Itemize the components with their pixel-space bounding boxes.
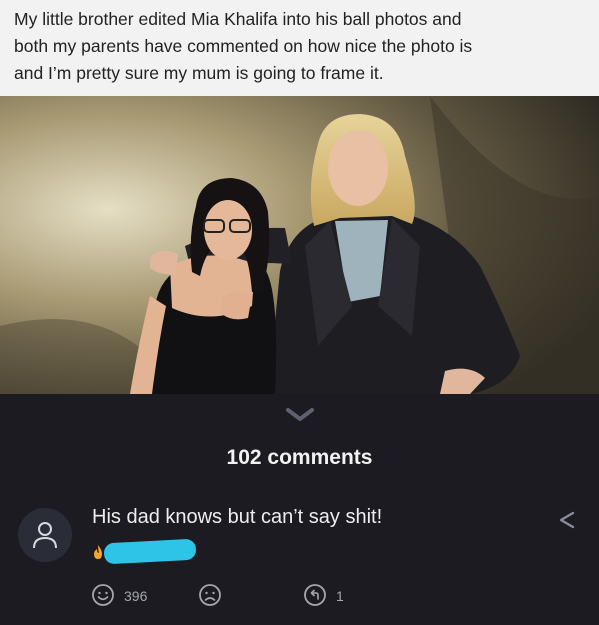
comments-panel: 102 comments His dad knows but can’t say… xyxy=(0,394,599,625)
comments-count[interactable]: 102 comments xyxy=(0,446,599,470)
caption-line: both my parents have commented on how ni… xyxy=(14,36,473,56)
chevron-down-icon[interactable] xyxy=(286,408,314,427)
post-photo xyxy=(0,96,599,394)
redaction-mark xyxy=(103,538,197,565)
man-face xyxy=(328,130,388,206)
caption-line: and I’m pretty sure my mum is going to f… xyxy=(14,63,384,83)
avatar[interactable] xyxy=(18,508,72,562)
woman-face xyxy=(204,200,252,260)
comment-text: His dad knows but can’t say shit! xyxy=(92,506,383,528)
person-icon xyxy=(33,522,57,549)
frown-icon[interactable] xyxy=(198,583,222,612)
smile-icon[interactable] xyxy=(91,583,115,612)
caption-line: My little brother edited Mia Khalifa int… xyxy=(14,9,462,29)
reply-icon[interactable] xyxy=(303,583,327,612)
woman-hand xyxy=(222,291,252,320)
happy-count: 396 xyxy=(124,588,148,604)
post-caption: My little brother edited Mia Khalifa int… xyxy=(0,0,599,96)
share-icon[interactable] xyxy=(557,510,577,535)
reply-count: 1 xyxy=(336,588,344,604)
